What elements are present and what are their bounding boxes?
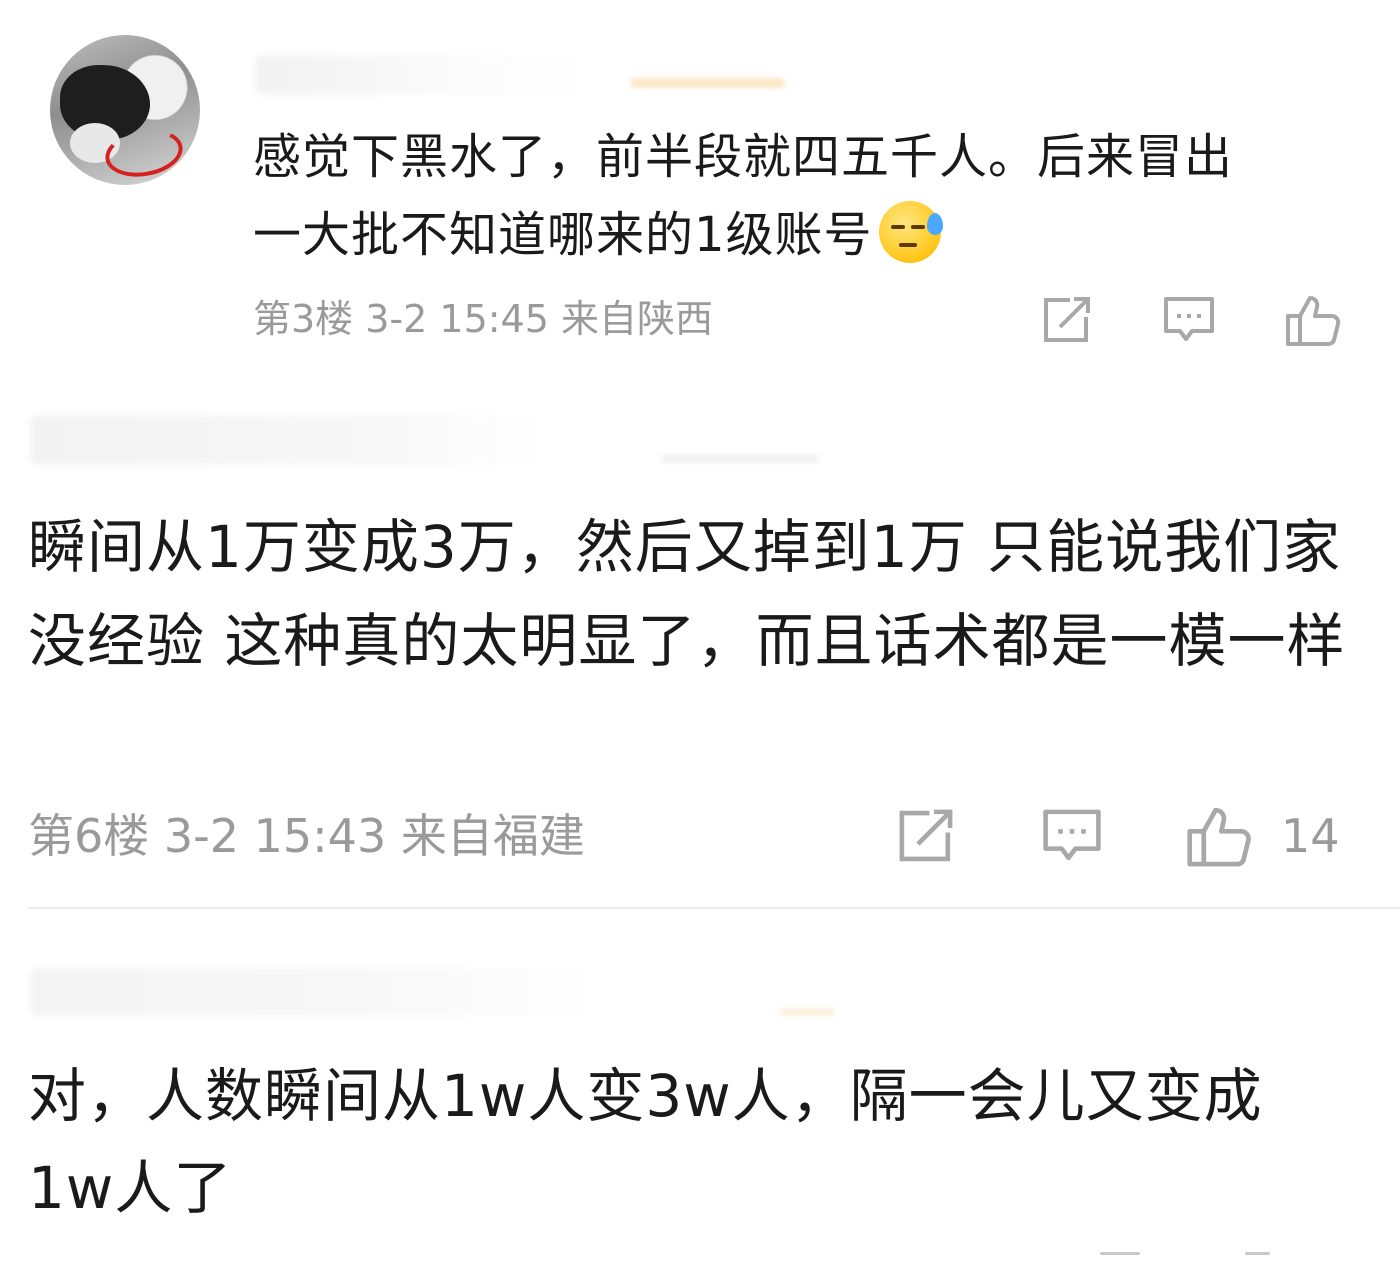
comment-meta: 第3楼 3-2 15:45 来自陕西 — [253, 297, 713, 341]
comment-icon[interactable] — [1162, 295, 1216, 345]
comment-meta: 第6楼 3-2 15:43 来自福建 — [28, 809, 585, 863]
share-edit-icon[interactable] — [1040, 295, 1094, 345]
share-edit-icon[interactable] — [895, 807, 957, 865]
comment-text: 对，人数瞬间从1w人变3w人，隔一会儿又变成1w人了 — [28, 1062, 1263, 1222]
comment-actions-cutoff — [1090, 1252, 1290, 1265]
comment-text: 瞬间从1万变成3万，然后又掉到1万 只能说我们家没经验 这种真的太明显了，而且话… — [28, 513, 1346, 675]
comment-floor-3: 感觉下黑水了，前半段就四五千人。后来冒出 一大批不知道哪来的1级账号 第3楼 3-… — [0, 0, 1400, 370]
like-count: 14 — [1281, 809, 1340, 863]
username-blurred[interactable] — [255, 55, 595, 95]
badge-blurred — [630, 78, 785, 88]
sweat-face-icon — [878, 201, 943, 263]
like-icon[interactable] — [1284, 292, 1342, 348]
comment-icon[interactable] — [1041, 807, 1103, 865]
badge-blurred — [780, 1008, 835, 1016]
badge-blurred — [660, 455, 820, 463]
username-blurred[interactable] — [30, 968, 600, 1016]
comment-feed: 感觉下黑水了，前半段就四五千人。后来冒出 一大批不知道哪来的1级账号 第3楼 3-… — [0, 0, 1400, 1265]
comment-text: 感觉下黑水了，前半段就四五千人。后来冒出 一大批不知道哪来的1级账号 — [253, 129, 1234, 263]
like-icon[interactable] — [1185, 803, 1253, 869]
comment-actions — [1040, 285, 1342, 355]
avatar[interactable] — [50, 35, 200, 185]
username-blurred[interactable] — [30, 415, 550, 465]
divider — [28, 907, 1400, 909]
comment-actions: 14 — [895, 798, 1340, 874]
